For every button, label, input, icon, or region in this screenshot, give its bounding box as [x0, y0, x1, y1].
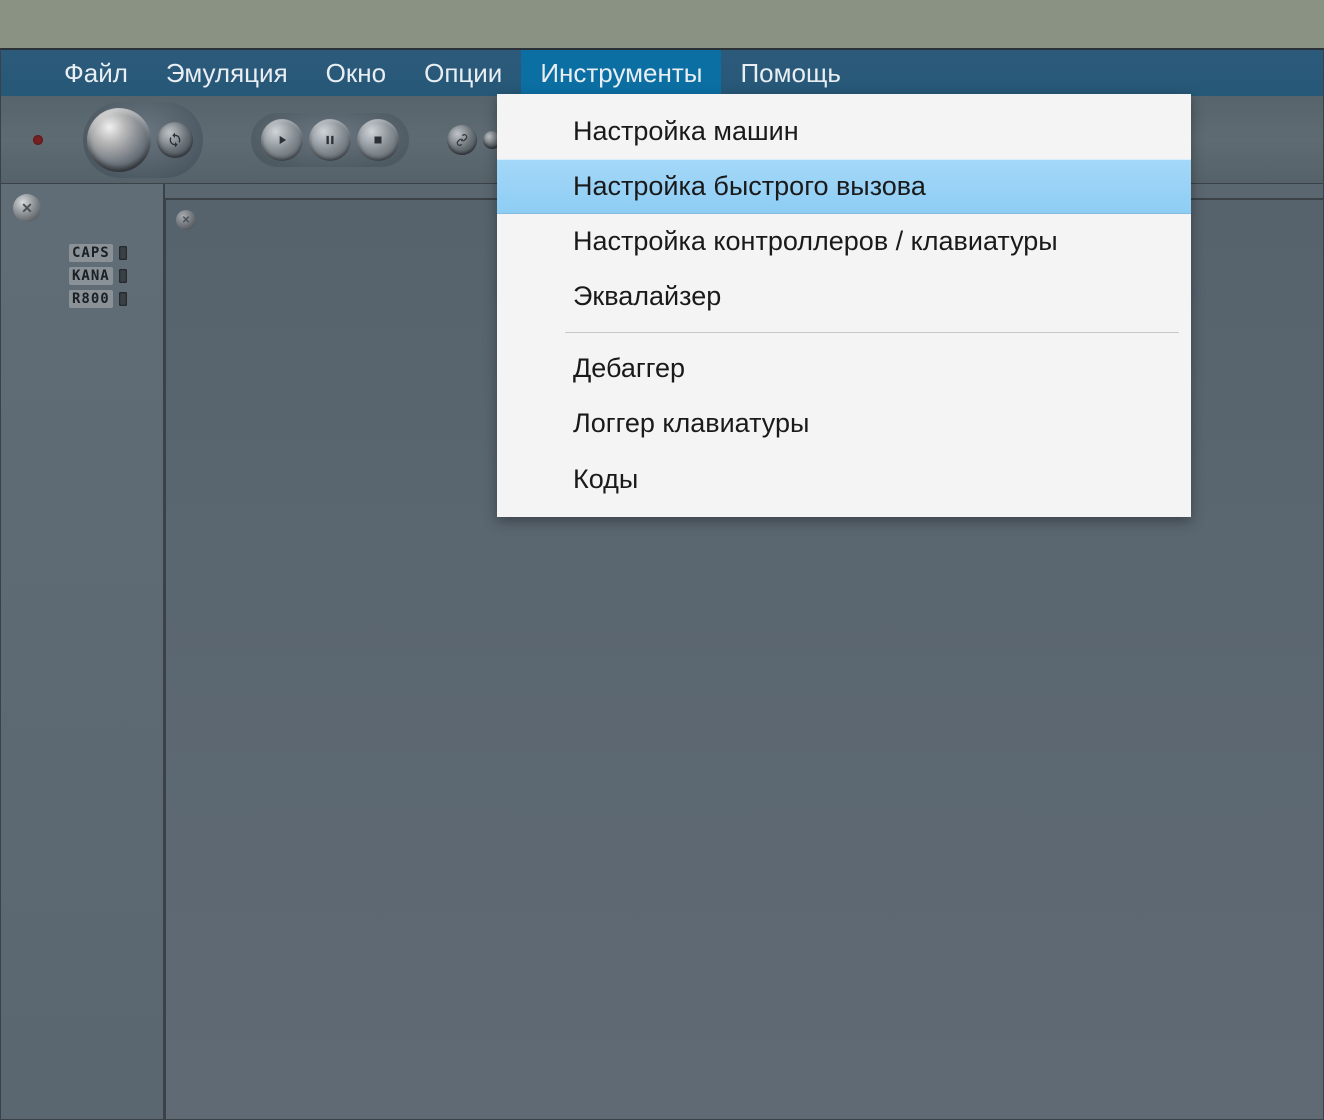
- refresh-icon: [167, 132, 183, 148]
- led-icon: [119, 246, 127, 260]
- dropdown-item-equalizer[interactable]: Эквалайзер: [497, 269, 1191, 324]
- led-icon: [119, 292, 127, 306]
- menu-options[interactable]: Опции: [405, 50, 521, 96]
- indicator-r800: R800: [69, 290, 163, 308]
- pause-icon: [323, 133, 337, 147]
- menu-file[interactable]: Файл: [45, 50, 147, 96]
- dropdown-item-codes[interactable]: Коды: [497, 452, 1191, 507]
- indicator-caps: CAPS: [69, 244, 163, 262]
- play-icon: [275, 133, 289, 147]
- indicator-label: KANA: [69, 267, 113, 285]
- indicator-kana: KANA: [69, 267, 163, 285]
- menu-emulation[interactable]: Эмуляция: [147, 50, 307, 96]
- dropdown-item-debugger[interactable]: Дебаггер: [497, 341, 1191, 396]
- power-led-icon: [33, 135, 43, 145]
- play-button[interactable]: [261, 119, 303, 161]
- menu-tools[interactable]: Инструменты: [521, 50, 721, 96]
- dropdown-item-machine-setup[interactable]: Настройка машин: [497, 104, 1191, 159]
- screw-icon: [13, 194, 41, 222]
- menu-window[interactable]: Окно: [307, 50, 405, 96]
- side-panel: CAPS KANA R800: [1, 184, 165, 1119]
- dropdown-item-keylogger[interactable]: Логгер клавиатуры: [497, 396, 1191, 451]
- keyboard-indicators: CAPS KANA R800: [69, 244, 163, 308]
- knob-group: [83, 102, 203, 178]
- volume-knob[interactable]: [87, 108, 151, 172]
- menubar: Файл Эмуляция Окно Опции Инструменты Пом…: [1, 50, 1323, 96]
- dropdown-separator: [565, 332, 1179, 333]
- dropdown-item-shortcut-setup[interactable]: Настройка быстрого вызова: [497, 159, 1191, 214]
- tools-dropdown: Настройка машин Настройка быстрого вызов…: [497, 94, 1191, 517]
- indicator-label: CAPS: [69, 244, 113, 262]
- link-icon: [455, 133, 469, 147]
- stop-icon: [371, 133, 385, 147]
- dropdown-item-controllers[interactable]: Настройка контроллеров / клавиатуры: [497, 214, 1191, 269]
- screw-icon: [176, 210, 196, 230]
- indicator-label: R800: [69, 290, 113, 308]
- transport-controls: [251, 113, 409, 167]
- pause-button[interactable]: [309, 119, 351, 161]
- menu-help[interactable]: Помощь: [721, 50, 859, 96]
- stop-button[interactable]: [357, 119, 399, 161]
- link-knob[interactable]: [447, 125, 477, 155]
- refresh-knob[interactable]: [157, 122, 193, 158]
- led-icon: [119, 269, 127, 283]
